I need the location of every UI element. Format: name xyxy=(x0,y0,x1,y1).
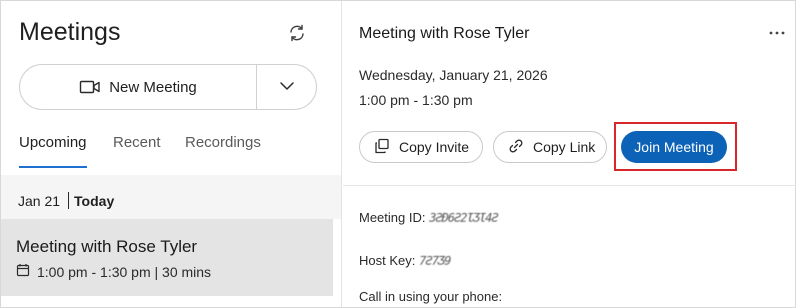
date-label: Jan 21 xyxy=(18,193,61,209)
meeting-id-value: 3ƧƉ6Ƨ2ƖƷƖ4Ƨ xyxy=(427,211,500,225)
active-tab-indicator xyxy=(19,166,87,168)
copy-invite-label: Copy Invite xyxy=(399,139,470,155)
copy-invite-button[interactable]: Copy Invite xyxy=(359,131,483,163)
meeting-item-time-text: 1:00 pm - 1:30 pm | 30 mins xyxy=(37,263,212,280)
meeting-id: Meeting ID: 3ƧƉ6Ƨ2ƖƷƖ4Ƨ xyxy=(359,210,500,225)
host-key-value: 7Ƨ7Ʒ9 xyxy=(417,254,452,268)
host-key-label: Host Key: xyxy=(359,253,419,268)
meeting-date: Wednesday, January 21, 2026 xyxy=(359,67,548,83)
copy-icon xyxy=(374,138,390,157)
meeting-id-label: Meeting ID: xyxy=(359,210,430,225)
host-key: Host Key: 7Ƨ7Ʒ9 xyxy=(359,253,452,268)
meeting-details-title: Meeting with Rose Tyler xyxy=(359,25,530,42)
refresh-icon[interactable] xyxy=(287,23,307,43)
new-meeting-split-button: New Meeting xyxy=(19,64,317,110)
meeting-list-item[interactable] xyxy=(1,219,333,296)
date-separator xyxy=(68,192,70,209)
tab-upcoming[interactable]: Upcoming xyxy=(19,134,87,151)
tab-recent[interactable]: Recent xyxy=(113,134,161,151)
meeting-time: 1:00 pm - 1:30 pm xyxy=(359,92,473,108)
section-divider xyxy=(343,185,796,186)
new-meeting-options-button[interactable] xyxy=(257,65,317,109)
new-meeting-button[interactable]: New Meeting xyxy=(20,65,256,109)
join-meeting-button[interactable]: Join Meeting xyxy=(621,131,727,163)
copy-link-button[interactable]: Copy Link xyxy=(493,131,607,163)
page-title: Meetings xyxy=(19,18,121,46)
more-options-icon[interactable] xyxy=(767,23,787,43)
chevron-down-icon xyxy=(279,78,295,96)
meeting-details-panel: Meeting with Rose Tyler Wednesday, Janua… xyxy=(343,1,796,307)
new-meeting-label: New Meeting xyxy=(109,78,197,96)
date-group-label: Jan 21 Today xyxy=(18,192,114,209)
meeting-item-time: 1:00 pm - 1:30 pm | 30 mins xyxy=(16,263,211,280)
call-in-heading: Call in using your phone: xyxy=(359,289,503,304)
meetings-window: Meetings New Meeting Upcoming Recent Rec… xyxy=(0,0,796,308)
tab-recordings[interactable]: Recordings xyxy=(185,134,261,151)
meeting-item-title: Meeting with Rose Tyler xyxy=(16,237,198,256)
calendar-icon xyxy=(16,263,30,280)
link-icon xyxy=(508,138,524,157)
today-label: Today xyxy=(74,193,115,209)
video-camera-icon xyxy=(79,79,101,95)
meetings-list-panel: Meetings New Meeting Upcoming Recent Rec… xyxy=(1,1,342,307)
copy-link-label: Copy Link xyxy=(533,139,596,155)
